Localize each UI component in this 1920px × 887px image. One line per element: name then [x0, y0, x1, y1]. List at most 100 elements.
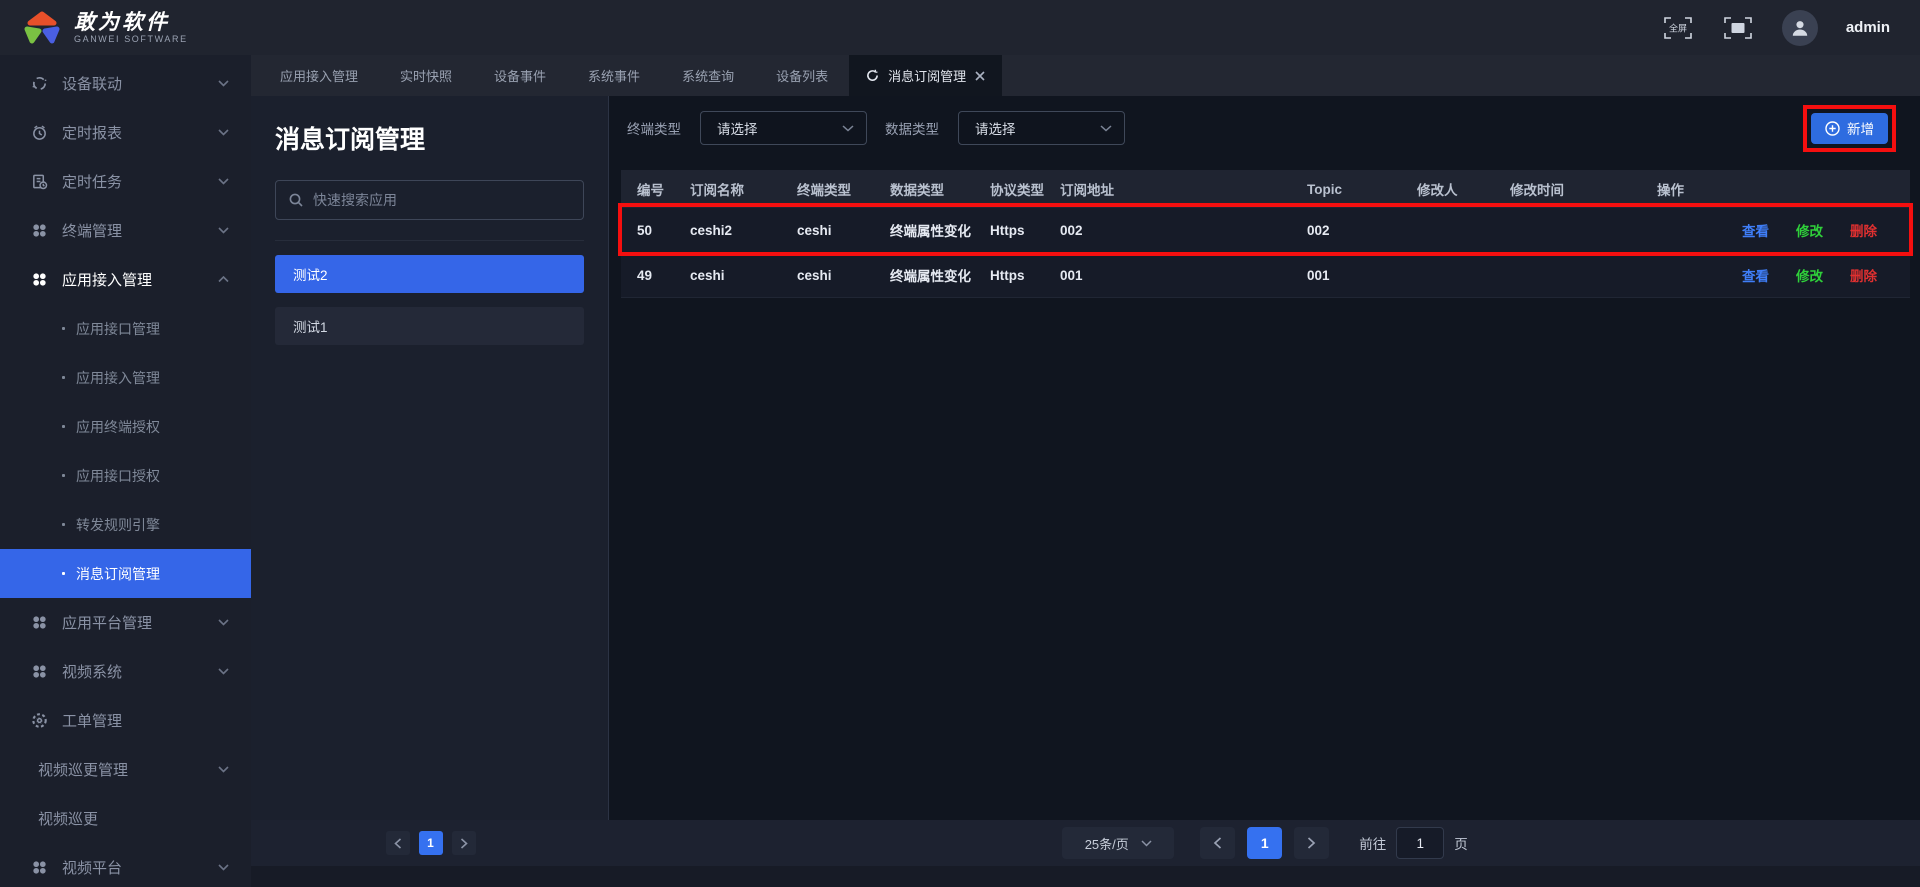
- select-value: 请选择: [717, 118, 758, 138]
- tab-system-query[interactable]: 系统查询: [661, 55, 755, 96]
- sidebar-subitem-app-interface-auth[interactable]: 应用接口授权: [0, 451, 251, 500]
- add-button[interactable]: 新增: [1811, 113, 1888, 144]
- tab-message-subscription-active[interactable]: 消息订阅管理: [849, 55, 1002, 96]
- view-link[interactable]: 查看: [1742, 220, 1769, 240]
- sidebar-subitem-label: 应用接入管理: [76, 368, 160, 388]
- cell-protocol: Https: [974, 268, 1044, 283]
- tab-device-events[interactable]: 设备事件: [473, 55, 567, 96]
- panel-next-page-button[interactable]: [452, 831, 476, 855]
- sidebar-subitem-label: 应用接口管理: [76, 319, 160, 339]
- next-page-button[interactable]: [1294, 827, 1329, 859]
- column-header: 订阅名称: [674, 179, 781, 199]
- plus-circle-icon: [1825, 121, 1840, 136]
- tab-label: 设备事件: [494, 66, 546, 85]
- footer-bar: 1 25条/页 1 前往: [251, 820, 1920, 887]
- table-header-row: 编号 订阅名称 终端类型 数据类型 协议类型 订阅地址 Topic 修改人 修改…: [621, 170, 1910, 208]
- sidebar-subitem-label: 应用终端授权: [76, 417, 160, 437]
- sidebar-item-work-order-management[interactable]: 工单管理: [0, 696, 251, 745]
- sidebar-subitem-message-subscription[interactable]: 消息订阅管理: [0, 549, 251, 598]
- sidebar-item-label: 视频系统: [62, 661, 122, 682]
- chevron-down-icon: [218, 668, 229, 675]
- cell-terminal-type: ceshi: [781, 223, 874, 238]
- tab-app-access-management[interactable]: 应用接入管理: [259, 55, 379, 96]
- data-type-label: 数据类型: [885, 118, 939, 138]
- tab-label: 应用接入管理: [280, 66, 358, 85]
- close-tab-icon[interactable]: [975, 71, 985, 81]
- tab-device-list[interactable]: 设备列表: [755, 55, 849, 96]
- sidebar-item-terminal-management[interactable]: 终端管理: [0, 206, 251, 255]
- cell-data-type: 终端属性变化: [874, 220, 974, 240]
- app-item-label: 测试2: [293, 264, 328, 284]
- logo-icon: [22, 10, 62, 46]
- sidebar-item-video-patrol-management[interactable]: 视频巡更管理: [0, 745, 251, 794]
- edit-link[interactable]: 修改: [1796, 265, 1823, 285]
- view-link[interactable]: 查看: [1742, 265, 1769, 285]
- terminal-type-select[interactable]: 请选择: [700, 111, 867, 145]
- sidebar-subitem-app-access-management[interactable]: 应用接入管理: [0, 353, 251, 402]
- sidebar-item-label: 视频巡更管理: [38, 759, 128, 780]
- sidebar-subitem-app-terminal-auth[interactable]: 应用终端授权: [0, 402, 251, 451]
- sidebar-item-device-linkage[interactable]: 设备联动: [0, 59, 251, 108]
- cell-address: 001: [1044, 268, 1291, 283]
- brand-subtitle: GANWEI SOFTWARE: [74, 34, 188, 44]
- search-input[interactable]: [313, 192, 571, 208]
- tab-label: 系统事件: [588, 66, 640, 85]
- page-size-select[interactable]: 25条/页: [1062, 827, 1174, 859]
- chevron-down-icon: [218, 619, 229, 626]
- tab-label: 实时快照: [400, 66, 452, 85]
- user-avatar[interactable]: [1782, 10, 1818, 46]
- sidebar-item-app-access-management[interactable]: 应用接入管理: [0, 255, 251, 304]
- capture-screen-icon[interactable]: [1722, 14, 1754, 42]
- sidebar-subitem-app-interface-management[interactable]: 应用接口管理: [0, 304, 251, 353]
- panel-prev-page-button[interactable]: [386, 831, 410, 855]
- svg-text:全屏: 全屏: [1669, 22, 1687, 33]
- add-button-label: 新增: [1847, 118, 1874, 138]
- column-header: 操作: [1641, 179, 1910, 199]
- data-type-select[interactable]: 请选择: [958, 111, 1125, 145]
- username-label[interactable]: admin: [1846, 19, 1890, 36]
- tab-realtime-snapshot[interactable]: 实时快照: [379, 55, 473, 96]
- subscription-table: 编号 订阅名称 终端类型 数据类型 协议类型 订阅地址 Topic 修改人 修改…: [621, 170, 1910, 298]
- sidebar-item-video-system[interactable]: 视频系统: [0, 647, 251, 696]
- cell-topic: 001: [1291, 268, 1401, 283]
- column-header: 订阅地址: [1044, 179, 1291, 199]
- table-row: 50 ceshi2 ceshi 终端属性变化 Https 002 002 查看: [621, 208, 1910, 253]
- header-actions: 全屏 admin: [1662, 10, 1890, 46]
- sidebar-subitem-forward-rule-engine[interactable]: 转发规则引擎: [0, 500, 251, 549]
- delete-link[interactable]: 删除: [1850, 220, 1877, 240]
- delete-link[interactable]: 删除: [1850, 265, 1877, 285]
- chevron-down-icon: [1100, 125, 1112, 132]
- page-title: 消息订阅管理: [275, 120, 584, 156]
- panel-divider: [275, 240, 584, 241]
- panel-current-page[interactable]: 1: [419, 831, 443, 855]
- subscription-panel: 消息订阅管理 测试2 测试1: [251, 96, 609, 887]
- app-list-item-selected[interactable]: 测试2: [275, 255, 584, 293]
- select-value: 请选择: [975, 118, 1016, 138]
- prev-page-button[interactable]: [1200, 827, 1235, 859]
- sync-icon: [30, 75, 48, 93]
- tab-label: 设备列表: [776, 66, 828, 85]
- app-list-item[interactable]: 测试1: [275, 307, 584, 345]
- sidebar-item-scheduled-reports[interactable]: 定时报表: [0, 108, 251, 157]
- brand-text: 敢为软件 GANWEI SOFTWARE: [74, 11, 188, 44]
- current-page-button[interactable]: 1: [1247, 827, 1282, 859]
- sidebar-item-scheduled-tasks[interactable]: 定时任务: [0, 157, 251, 206]
- goto-page-input[interactable]: [1396, 827, 1444, 859]
- sidebar-subitem-label: 应用接口授权: [76, 466, 160, 486]
- sidebar-item-video-platform[interactable]: 视频平台: [0, 843, 251, 887]
- cell-subscription-name: ceshi2: [674, 223, 781, 238]
- tab-system-events[interactable]: 系统事件: [567, 55, 661, 96]
- sidebar-subitem-label: 消息订阅管理: [76, 564, 160, 584]
- grid-icon: [30, 614, 48, 632]
- sidebar-item-video-patrol[interactable]: 视频巡更: [0, 794, 251, 843]
- sidebar-item-app-platform-management[interactable]: 应用平台管理: [0, 598, 251, 647]
- cell-id: 49: [621, 268, 674, 283]
- refresh-icon[interactable]: [866, 69, 879, 82]
- goto-label: 前往: [1359, 833, 1386, 853]
- fullscreen-icon[interactable]: 全屏: [1662, 14, 1694, 42]
- edit-link[interactable]: 修改: [1796, 220, 1823, 240]
- sidebar-item-label: 应用接入管理: [62, 269, 152, 290]
- table-pagination: 25条/页 1 前往 页: [610, 820, 1920, 887]
- chevron-down-icon: [218, 227, 229, 234]
- main-content: 终端类型 请选择 数据类型 请选择: [609, 96, 1920, 887]
